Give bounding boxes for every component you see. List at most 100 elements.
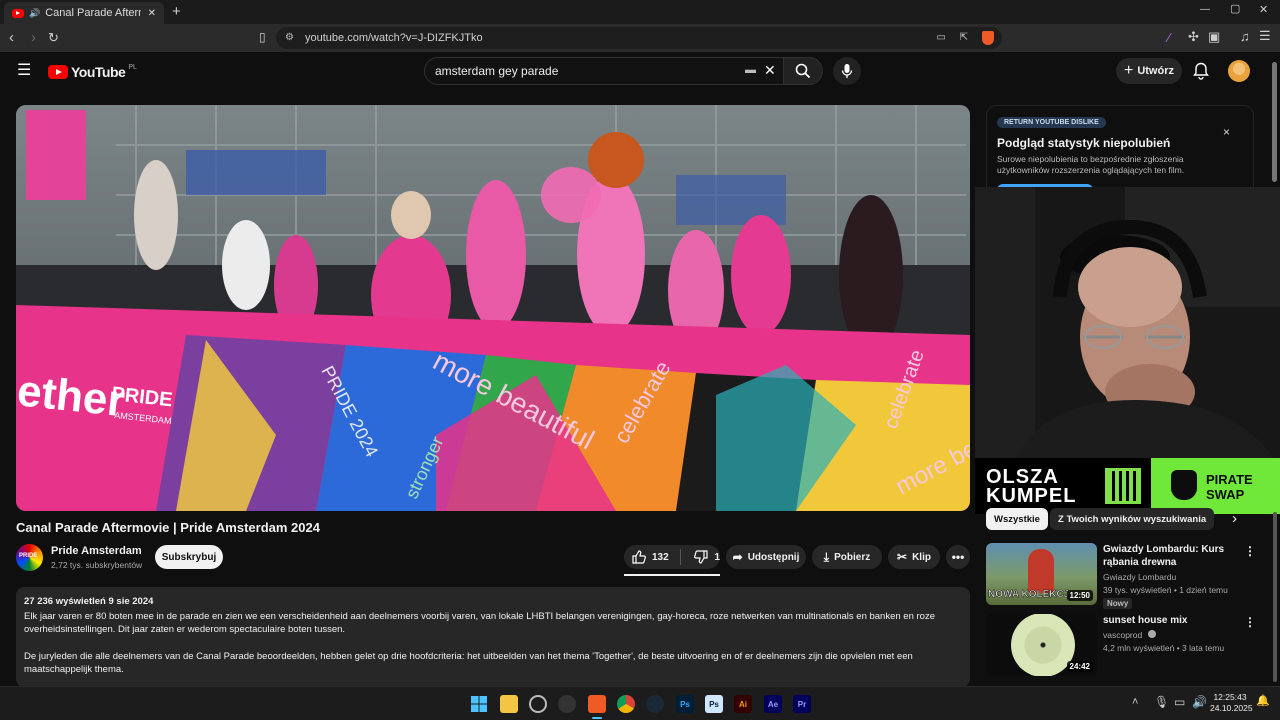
channel-name[interactable]: Pride Amsterdam <box>51 545 142 557</box>
more-actions-button[interactable]: ••• <box>946 545 970 569</box>
keyboard-icon[interactable]: ▬ <box>745 65 756 76</box>
brave-browser-icon[interactable] <box>588 695 606 713</box>
recommendation-channel: Gwiazdy Lombardu <box>1103 572 1177 582</box>
video-title: Canal Parade Aftermovie | Pride Amsterda… <box>16 520 320 535</box>
notifications-tray-icon[interactable]: 🔔 <box>1256 696 1270 707</box>
pirate-swap-panel: PIRATE SWAP <box>1151 458 1280 514</box>
pirate-logo-icon <box>1171 470 1197 500</box>
subscribe-button[interactable]: Subskrybuj <box>155 545 223 569</box>
browser-tab[interactable]: 🔊 Canal Parade Aftermovie | Pride Amster… <box>4 2 164 24</box>
chip-all[interactable]: Wszystkie <box>986 508 1048 530</box>
youtube-favicon-icon <box>12 8 24 18</box>
description-meta: 27 236 wyświetleń 9 sie 2024 <box>24 596 154 607</box>
minimize-button[interactable]: — <box>1200 5 1210 15</box>
youtube-logo-text: YouTube <box>71 64 126 80</box>
extensions-icon[interactable]: ✣ <box>1188 30 1199 43</box>
recommendation-thumbnail[interactable]: 24:42 <box>986 614 1097 676</box>
brave-shield-icon[interactable] <box>982 31 994 45</box>
hamburger-menu-icon[interactable]: ☰ <box>17 63 31 79</box>
like-divider <box>680 549 682 565</box>
voice-search-button[interactable] <box>833 57 861 85</box>
volume-icon[interactable]: 🔊 <box>1192 696 1207 708</box>
cast-icon[interactable]: ▭ <box>937 27 946 49</box>
video-duration: 12:50 <box>1066 590 1093 601</box>
sidebar-icon[interactable]: ▣ <box>1208 30 1220 43</box>
leo-ai-icon[interactable]: ⁄ <box>1168 31 1170 44</box>
bookmark-icon[interactable]: ▯ <box>259 31 266 43</box>
illustrator-icon[interactable]: Ai <box>734 695 752 713</box>
back-icon[interactable]: ‹ <box>9 30 14 45</box>
photoshop-icon[interactable]: Ps <box>676 695 694 713</box>
video-frame: ether PRIDE AMSTERDAM PRIDE 2024 more be… <box>16 105 970 511</box>
webcam-overlay <box>975 187 1280 460</box>
clip-button[interactable]: ✂ Klip <box>888 545 940 569</box>
site-info-icon[interactable]: ⚙ <box>285 27 294 49</box>
premiere-icon[interactable]: Pr <box>793 695 811 713</box>
media-icon[interactable]: ♫ <box>1240 30 1250 43</box>
clear-search-icon[interactable]: ✕ <box>764 63 776 77</box>
menu-icon[interactable]: ☰ <box>1259 29 1271 42</box>
clip-label: Klip <box>912 551 931 563</box>
youtube-logo[interactable]: YouTube PL <box>48 64 137 80</box>
app-icon[interactable] <box>558 695 576 713</box>
recommendation-item[interactable]: NOWA KOLEKCJ 12:50 Gwiazdy Lombardu: Kur… <box>986 543 1256 609</box>
download-button[interactable]: ⤓ Pobierz <box>812 545 882 569</box>
after-effects-icon[interactable]: Ae <box>764 695 782 713</box>
ryd-heading: Podgląd statystyk niepolubień <box>997 136 1171 150</box>
recommendation-channel-row: vascoprod <box>1103 630 1156 640</box>
photoshop-alt-icon[interactable]: Ps <box>705 695 723 713</box>
more-icon: ••• <box>951 550 965 564</box>
chrome-icon[interactable] <box>617 695 635 713</box>
forward-icon[interactable]: › <box>31 30 36 45</box>
share-label: Udostępnij <box>747 551 800 563</box>
tray-chevron-icon[interactable]: ˄ <box>1132 697 1138 708</box>
channel-avatar[interactable]: PRIDE <box>16 544 43 571</box>
share-button[interactable]: ➦ Udostępnij <box>726 545 806 569</box>
vinyl-record-graphic <box>1011 614 1075 676</box>
system-app-icon[interactable] <box>529 695 547 713</box>
notifications-bell-icon[interactable] <box>1193 62 1209 80</box>
thumb-person <box>1028 549 1054 593</box>
network-icon[interactable]: ▭ <box>1174 696 1185 708</box>
search-input[interactable]: amsterdam gey parade <box>424 57 784 85</box>
dislike-button[interactable]: 1 <box>686 545 720 569</box>
search-button[interactable] <box>783 57 823 85</box>
recommendation-thumbnail[interactable]: NOWA KOLEKCJ 12:50 <box>986 543 1097 605</box>
ryd-text: Surowe niepolubienia to bezpośrednie zgł… <box>997 154 1185 175</box>
video-player[interactable]: ether PRIDE AMSTERDAM PRIDE 2024 more be… <box>16 105 970 511</box>
file-explorer-icon[interactable] <box>500 695 518 713</box>
recommendation-item[interactable]: 24:42 sunset house mix vascoprod 4,2 mln… <box>986 614 1256 678</box>
verified-icon <box>1147 630 1156 638</box>
start-button[interactable] <box>470 695 488 713</box>
search-icon <box>795 63 811 79</box>
recommendation-chips: Wszystkie Z Twoich wyników wyszukiwania … <box>986 508 1256 532</box>
share-page-icon[interactable]: ⇱ <box>960 27 968 49</box>
scrollbar[interactable] <box>1272 62 1277 182</box>
active-app-indicator <box>592 717 602 719</box>
ryd-close-button[interactable]: × <box>1223 125 1230 139</box>
download-label: Pobierz <box>834 551 871 563</box>
sponsor-banner: OLSZA KUMPEL PIRATE SWAP <box>975 458 1280 514</box>
create-button[interactable]: + Utwórz <box>1116 58 1182 84</box>
chip-from-search[interactable]: Z Twoich wyników wyszukiwania <box>1050 508 1215 530</box>
region-code: PL <box>128 63 137 71</box>
ryd-badge: RETURN YOUTUBE DISLIKE <box>997 117 1106 128</box>
maximize-button[interactable]: ▢ <box>1230 4 1240 15</box>
chips-next-icon[interactable]: › <box>1232 510 1237 527</box>
steam-icon[interactable] <box>646 695 664 713</box>
avatar[interactable] <box>1228 60 1250 82</box>
recommendation-menu-icon[interactable]: ⋮ <box>1244 615 1256 629</box>
microphone-tray-icon[interactable]: 🎙 <box>1154 696 1169 708</box>
description-box[interactable]: 27 236 wyświetleń 9 sie 2024 Elk jaar va… <box>16 587 970 687</box>
right-scrollbar[interactable] <box>1273 512 1277 682</box>
tab-close-icon[interactable]: ✕ <box>148 8 156 19</box>
clock[interactable]: 12:25:43 24.10.2025 <box>1210 692 1253 714</box>
sponsor-right-top: PIRATE <box>1206 472 1253 487</box>
plus-icon: + <box>1123 62 1134 79</box>
url-field[interactable]: ⚙ youtube.com/watch?v=J-DIZFKJTko ▭ ⇱ <box>276 27 1002 49</box>
recommendation-menu-icon[interactable]: ⋮ <box>1244 544 1256 558</box>
like-button[interactable]: 132 <box>624 545 675 569</box>
reload-icon[interactable]: ↻ <box>48 31 59 44</box>
new-tab-button[interactable]: + <box>172 4 181 19</box>
close-window-button[interactable]: ✕ <box>1259 5 1268 16</box>
